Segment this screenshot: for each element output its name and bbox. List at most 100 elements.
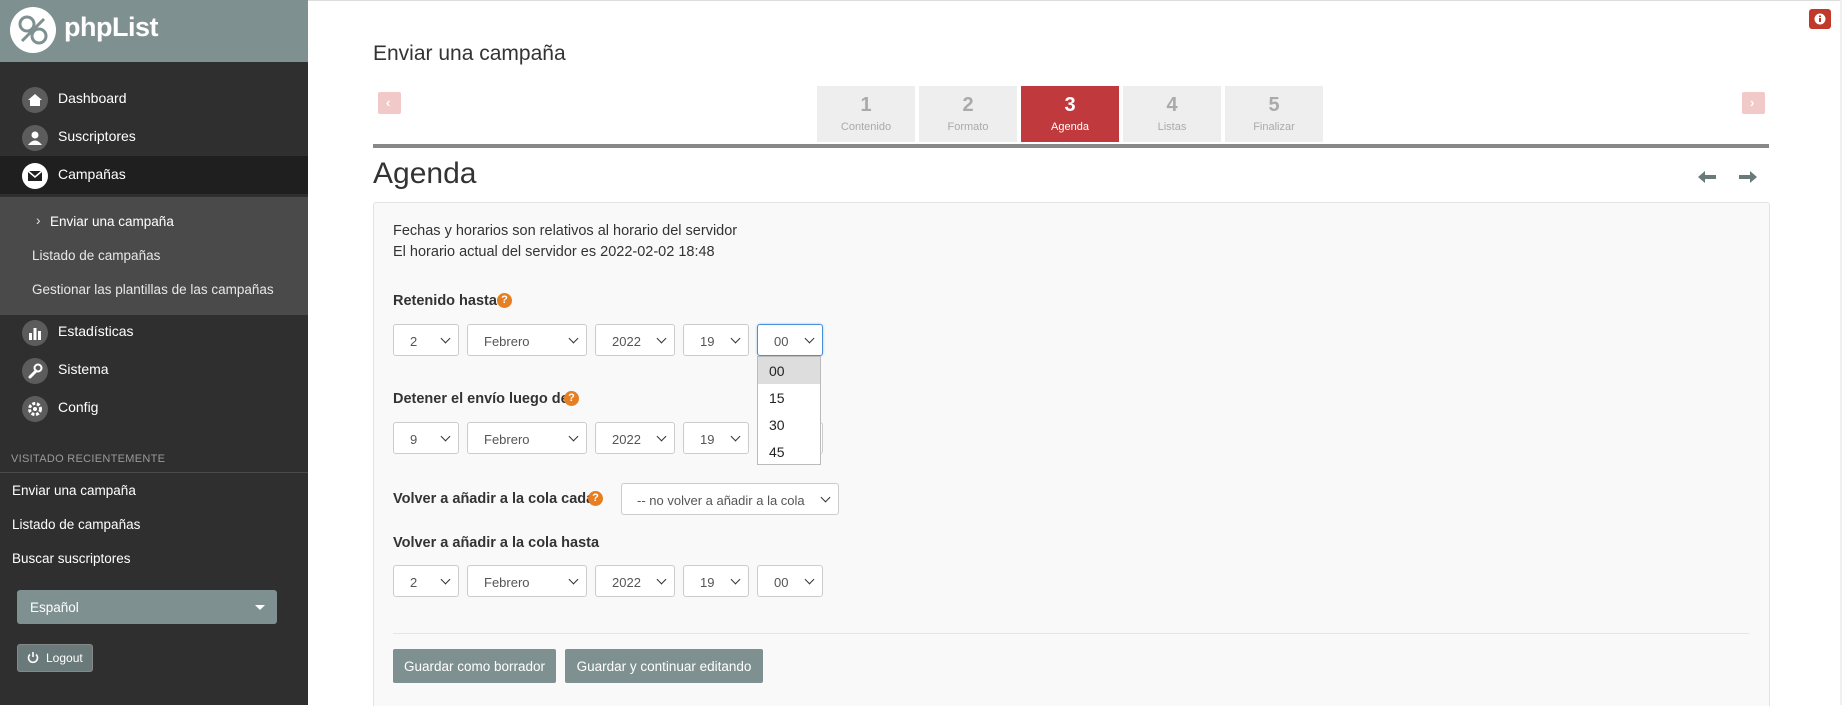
logout-button[interactable]: Logout (17, 644, 93, 672)
nav-label: Suscriptores (58, 128, 136, 144)
server-time-current: El horario actual del servidor es 2022-0… (393, 244, 715, 260)
divider (0, 472, 308, 473)
requeue-until-month-select[interactable]: Febrero (467, 565, 587, 597)
select-value: 19 (700, 432, 715, 447)
step-name: Contenido (840, 121, 892, 133)
select-value: Febrero (484, 334, 530, 349)
embargo-minute-select[interactable]: 00 (757, 324, 823, 356)
finish-hour-select[interactable]: 19 (683, 422, 749, 454)
select-value: 00 (774, 334, 789, 349)
embargo-hour-select[interactable]: 19 (683, 324, 749, 356)
chevron-down-icon (656, 333, 667, 344)
step-name: Agenda (1051, 121, 1089, 133)
logo-bar[interactable]: phpList (0, 0, 308, 62)
requeue-until-day-select[interactable]: 2 (393, 565, 459, 597)
chevron-right-icon: › (1750, 95, 1755, 110)
select-value: 2 (410, 575, 418, 590)
divider (393, 633, 1749, 634)
minute-option[interactable]: 45 (758, 438, 820, 465)
help-icon[interactable]: ? (588, 491, 603, 506)
requeue-until-hour-select[interactable]: 19 (683, 565, 749, 597)
recent-item[interactable]: Buscar suscriptores (12, 551, 131, 566)
requeue-interval-select[interactable]: -- no volver a añadir a la cola (621, 483, 839, 515)
section-title: Agenda (373, 157, 477, 190)
chevron-down-icon (440, 431, 451, 442)
steps-next-button[interactable]: › (1742, 92, 1765, 114)
user-icon (22, 125, 48, 151)
step-formato[interactable]: 2 Formato (919, 86, 1017, 142)
requeue-label: Volver a añadir a la cola cada (393, 491, 595, 507)
step-name: Formato (947, 121, 989, 133)
home-icon (22, 87, 48, 113)
nav-config[interactable]: Config (0, 389, 308, 427)
nav-sistema[interactable]: Sistema (0, 351, 308, 389)
submenu-item-send-campaign[interactable]: Enviar una campaña (50, 214, 174, 229)
embargo-month-select[interactable]: Febrero (467, 324, 587, 356)
finish-month-select[interactable]: Febrero (467, 422, 587, 454)
wrench-icon (22, 358, 48, 384)
chevron-down-icon (730, 431, 741, 442)
option-label: 15 (769, 390, 785, 406)
steps-underline (373, 144, 1769, 148)
select-value: -- no volver a añadir a la cola (637, 493, 805, 508)
recent-item[interactable]: Enviar una campaña (12, 483, 136, 498)
select-value: 2 (410, 334, 418, 349)
minute-option[interactable]: 00 (758, 357, 820, 384)
chevron-down-icon (568, 431, 579, 442)
nav-label: Dashboard (58, 90, 127, 106)
requeue-until-year-select[interactable]: 2022 (595, 565, 675, 597)
save-continue-button[interactable]: Guardar y continuar editando (565, 649, 763, 683)
submenu-item-campaign-templates[interactable]: Gestionar las plantillas de las campañas (32, 282, 274, 297)
nav-dashboard[interactable]: Dashboard (0, 80, 308, 118)
chevron-down-icon (440, 574, 451, 585)
power-icon (27, 652, 39, 664)
nav-suscriptores[interactable]: Suscriptores (0, 118, 308, 156)
step-contenido[interactable]: 1 Contenido (817, 86, 915, 142)
step-finalizar[interactable]: 5 Finalizar (1225, 86, 1323, 142)
embargo-day-select[interactable]: 2 (393, 324, 459, 356)
button-label: Guardar como borrador (403, 659, 546, 674)
recent-item[interactable]: Listado de campañas (12, 517, 140, 532)
finish-year-select[interactable]: 2022 (595, 422, 675, 454)
step-number: 3 (1064, 94, 1076, 116)
step-agenda[interactable]: 3 Agenda (1021, 86, 1119, 142)
caret-down-icon (255, 605, 265, 610)
minute-option[interactable]: 15 (758, 384, 820, 411)
help-icon[interactable]: ? (497, 293, 512, 308)
nav-label: Campañas (58, 166, 126, 182)
arrow-right-icon[interactable] (1737, 168, 1759, 186)
recent-title: VISITADO RECIENTEMENTE (11, 453, 166, 465)
step-number: 5 (1268, 94, 1280, 116)
step-number: 4 (1166, 94, 1178, 116)
option-label: 30 (769, 417, 785, 433)
step-name: Finalizar (1253, 121, 1295, 133)
nav-label: Sistema (58, 361, 109, 377)
page-title: Enviar una campaña (373, 42, 566, 65)
nav-campanas[interactable]: Campañas (0, 156, 308, 194)
minute-option[interactable]: 30 (758, 411, 820, 438)
language-value: Español (30, 600, 79, 615)
submenu-item-campaign-list[interactable]: Listado de campañas (32, 248, 160, 263)
logo-text: phpList (64, 12, 158, 42)
select-value: 19 (700, 575, 715, 590)
step-number: 1 (860, 94, 872, 116)
chevron-down-icon (568, 574, 579, 585)
select-value: Febrero (484, 432, 530, 447)
server-time-note: Fechas y horarios son relativos al horar… (393, 223, 738, 239)
info-icon[interactable] (1809, 9, 1831, 29)
chevron-down-icon (804, 574, 815, 585)
nav-estadisticas[interactable]: Estadísticas (0, 313, 308, 351)
embargo-label: Retenido hasta (393, 293, 497, 309)
finish-day-select[interactable]: 9 (393, 422, 459, 454)
arrow-left-icon[interactable] (1696, 168, 1718, 186)
step-listas[interactable]: 4 Listas (1123, 86, 1221, 142)
steps-prev-button[interactable]: ‹ (378, 92, 401, 114)
gear-icon (22, 396, 48, 422)
save-draft-button[interactable]: Guardar como borrador (393, 649, 556, 683)
requeue-until-minute-select[interactable]: 00 (757, 565, 823, 597)
select-value: 9 (410, 432, 418, 447)
embargo-year-select[interactable]: 2022 (595, 324, 675, 356)
envelope-icon (22, 163, 48, 189)
language-select[interactable]: Español (17, 590, 277, 624)
help-icon[interactable]: ? (564, 391, 579, 406)
